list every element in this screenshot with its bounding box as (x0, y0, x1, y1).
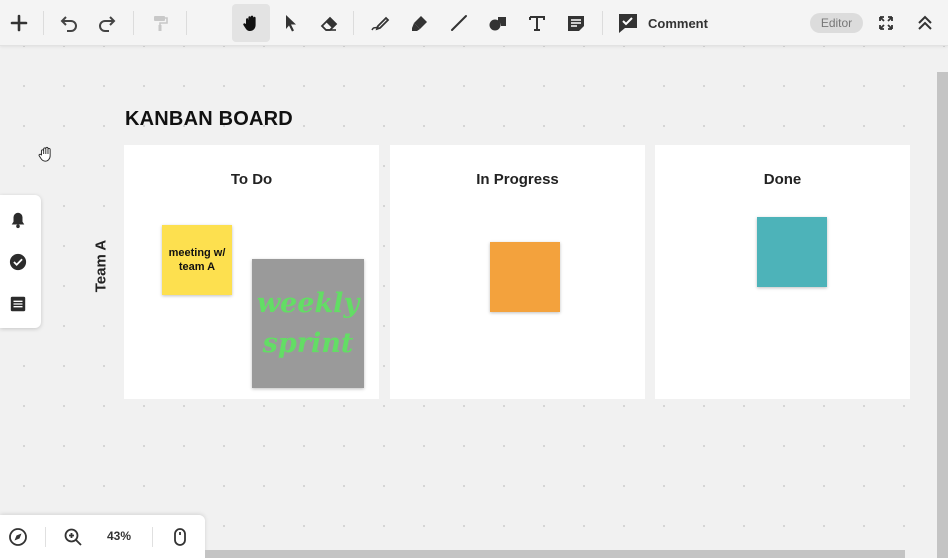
highlighter-tool-button[interactable] (401, 4, 439, 42)
text-icon (529, 16, 545, 31)
zoom-in-icon (64, 528, 82, 546)
mouse-mode-button[interactable] (169, 526, 191, 548)
check-circle-icon (9, 253, 27, 271)
hand-icon (243, 15, 256, 31)
add-icon (10, 14, 28, 32)
mouse-icon (174, 528, 186, 546)
sticky-note-meeting[interactable]: meeting w/ team A (162, 225, 232, 295)
shapes-icon (489, 17, 506, 31)
select-arrow-icon (286, 15, 296, 32)
zoom-bar: 43% (0, 515, 205, 558)
navigator-button[interactable] (7, 526, 29, 548)
line-tool-button[interactable] (440, 4, 478, 42)
swimlane-label: Team A (92, 239, 110, 293)
tasks-button[interactable] (6, 250, 30, 274)
horizontal-scrollbar[interactable] (205, 550, 905, 558)
text-tool-button[interactable] (518, 4, 556, 42)
redo-icon (99, 16, 116, 32)
notifications-bell-icon (11, 212, 25, 229)
column-title: To Do (230, 171, 273, 188)
toolbar-divider (133, 11, 134, 35)
zoom-in-button[interactable] (62, 526, 84, 548)
toolbar-divider (43, 11, 44, 35)
fullscreen-icon (879, 16, 893, 30)
fullscreen-button[interactable] (867, 4, 905, 42)
undo-icon (60, 16, 77, 32)
redo-button[interactable] (88, 4, 126, 42)
collapse-toolbar-button[interactable] (906, 4, 944, 42)
pen-tool-button[interactable] (361, 4, 399, 42)
zoom-bar-divider (152, 527, 153, 547)
format-painter-icon (154, 16, 168, 31)
pen-icon (371, 16, 390, 31)
comment-button[interactable]: Comment (613, 6, 717, 40)
vertical-scrollbar[interactable] (937, 72, 948, 558)
toolbar: Comment Editor (0, 0, 948, 46)
board-title: KANBAN BOARD (125, 108, 293, 130)
list-button[interactable] (6, 292, 30, 316)
editor-mode-badge[interactable]: Editor (810, 13, 863, 33)
sticky-note-orange[interactable] (490, 242, 560, 312)
sticky-note-tool-button[interactable] (557, 4, 595, 42)
zoom-level[interactable]: 43% (102, 529, 136, 543)
add-button[interactable] (0, 4, 38, 42)
zoom-bar-divider (45, 527, 46, 547)
format-painter-button[interactable] (141, 4, 179, 42)
eraser-icon (320, 16, 338, 31)
toolbar-divider (353, 11, 354, 35)
eraser-tool-button[interactable] (310, 4, 348, 42)
shapes-tool-button[interactable] (479, 4, 517, 42)
select-tool-button[interactable] (271, 4, 309, 42)
column-title: In Progress (476, 171, 559, 188)
line-icon (451, 15, 467, 31)
compass-icon (9, 528, 27, 546)
sticky-note-weekly-sprint[interactable]: weekly sprint (252, 259, 364, 388)
comment-label: Comment (648, 15, 708, 31)
column-title: Done (763, 171, 802, 188)
list-icon (10, 296, 26, 312)
toolbar-divider (602, 11, 603, 35)
side-panel (0, 195, 41, 328)
toolbar-divider (186, 11, 187, 35)
hand-tool-button[interactable] (232, 4, 270, 42)
hand-cursor-icon (38, 146, 51, 162)
undo-button[interactable] (50, 4, 88, 42)
highlighter-icon (412, 16, 427, 31)
sticky-note-icon (568, 16, 584, 31)
sticky-note-teal[interactable] (757, 217, 827, 287)
notifications-button[interactable] (6, 208, 30, 232)
comment-icon (619, 14, 637, 33)
collapse-icon (918, 15, 932, 30)
